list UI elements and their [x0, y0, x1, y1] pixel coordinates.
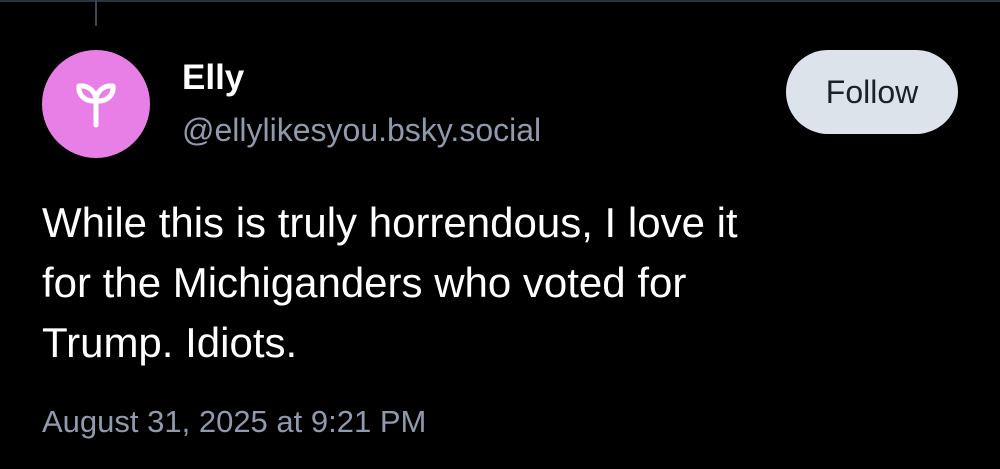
post-text-line: for the Michiganders who voted for: [42, 259, 687, 306]
post-timestamp: August 31, 2025 at 9:21 PM: [42, 404, 427, 439]
author-handle[interactable]: @ellylikesyou.bsky.social: [182, 112, 541, 149]
sprout-icon: [76, 83, 116, 128]
post-text-line: While this is truly horrendous, I love i…: [42, 199, 738, 246]
author-display-name[interactable]: Elly: [182, 58, 244, 98]
thread-connector-line: [95, 0, 97, 26]
post-text-line: Trump. Idiots.: [42, 319, 298, 366]
follow-button[interactable]: Follow: [786, 50, 958, 134]
avatar[interactable]: [42, 50, 150, 158]
top-divider: [0, 0, 1000, 2]
post-text: While this is truly horrendous, I love i…: [42, 193, 942, 373]
